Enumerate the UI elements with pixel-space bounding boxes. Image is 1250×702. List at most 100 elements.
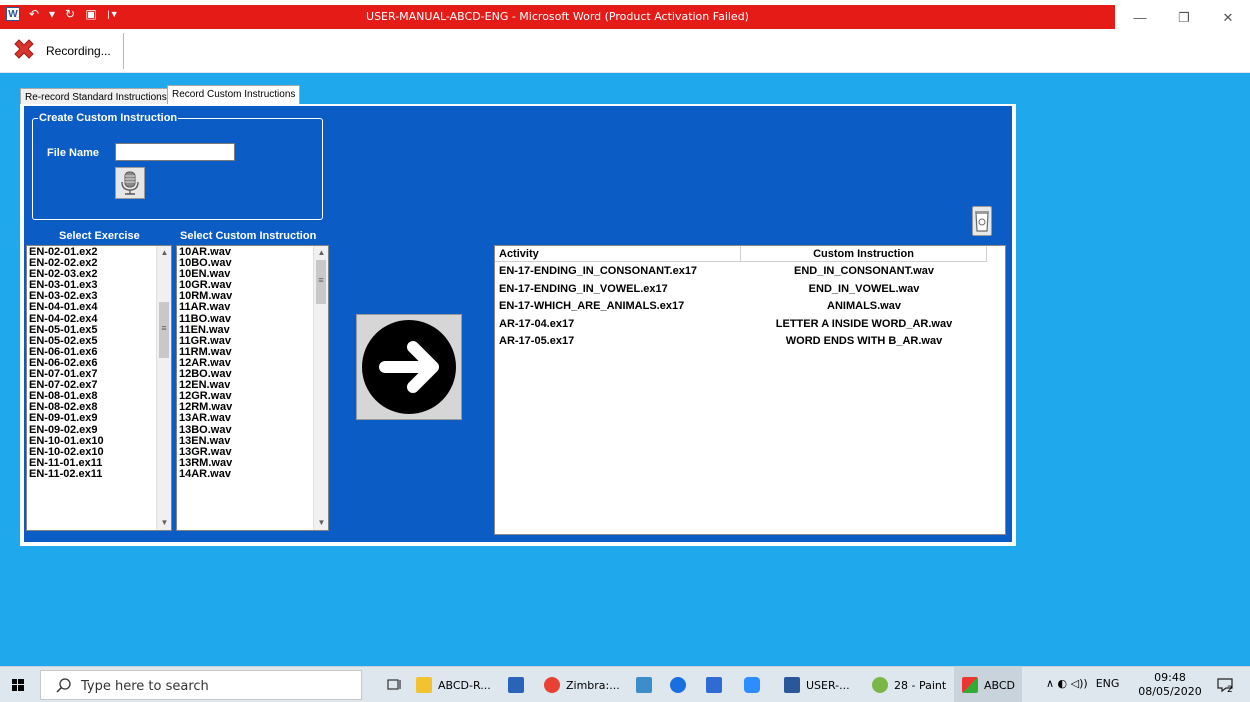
grid-cell-activity: EN-17-WHICH_ARE_ANIMALS.ex17 (499, 300, 685, 312)
toolbar: Recording... (0, 31, 1250, 73)
tab-re-record-standard[interactable]: Re-record Standard Instructions (20, 88, 172, 105)
taskbar-search[interactable]: Type here to search (40, 670, 362, 700)
assign-instruction-button[interactable] (356, 314, 462, 420)
taskbar-item-label: USER-... (806, 678, 850, 692)
exercise-list-item[interactable]: EN-09-02.ex9 (29, 424, 104, 436)
taskbar-zoom[interactable] (744, 667, 760, 702)
chrome-icon (544, 677, 560, 693)
scroll-down-icon[interactable]: ▼ (157, 516, 171, 530)
exercise-list-item[interactable]: EN-04-01.ex4 (29, 302, 104, 313)
teamviewer-icon (670, 677, 686, 693)
file-name-input[interactable] (115, 143, 235, 161)
tab-content-panel: Create Custom Instruction File Name Sele… (20, 104, 1016, 546)
taskbar-clock[interactable]: 09:48 08/05/2020 (1138, 671, 1202, 699)
taskbar-store[interactable] (508, 667, 524, 702)
grid-cell-custom-instruction: ANIMALS.wav (827, 300, 901, 312)
scroll-down-icon[interactable]: ▼ (314, 516, 328, 530)
stop-recording-icon (14, 39, 34, 59)
grid-row[interactable]: EN-17-ENDING_IN_VOWEL.ex17 END_IN_VOWEL.w… (495, 281, 987, 298)
grid-cell-custom-instruction: END_IN_CONSONANT.wav (794, 265, 934, 277)
taskbar-item-word[interactable]: USER-... (784, 667, 850, 702)
language-indicator[interactable]: ENG (1096, 677, 1120, 690)
app-icon (706, 677, 722, 693)
word-icon (784, 677, 800, 693)
recycle-bin-icon (975, 211, 989, 232)
grid-row[interactable]: AR-17-05.ex17 WORD ENDS WITH B_AR.wav (495, 333, 987, 350)
custom-instruction-list-item[interactable]: 11BO.wav (179, 313, 232, 325)
taskbar-app-2[interactable] (706, 667, 722, 702)
scrollbar-thumb[interactable]: ≡ (316, 260, 326, 304)
custom-instruction-listbox[interactable]: 10AR.wav 10BO.wav 10EN.wav 10GR.wav 10RM.wav… (176, 245, 329, 531)
title-bar: W ↶ ▾ ↻ ▣ |▼ USER-MANUAL-ABCD-ENG - Micr… (0, 0, 1250, 31)
microphone-icon (121, 171, 139, 195)
custom-instruction-scrollbar[interactable]: ▲ ≡ ▼ (313, 246, 328, 530)
close-button[interactable]: ✕ (1206, 5, 1250, 31)
zoom-icon (744, 677, 760, 693)
store-icon (508, 677, 524, 693)
scroll-up-icon[interactable]: ▲ (157, 246, 171, 260)
exercise-list-item[interactable]: EN-11-02.ex11 (29, 468, 104, 480)
scroll-up-icon[interactable]: ▲ (314, 246, 328, 260)
window-title: USER-MANUAL-ABCD-ENG - Microsoft Word (P… (366, 10, 749, 23)
search-icon (56, 678, 71, 693)
tab-record-custom[interactable]: Record Custom Instructions (167, 85, 301, 105)
abcd-app-icon (962, 677, 978, 693)
taskbar-item-label: ABCD-R... (438, 678, 491, 692)
record-custom-panel: Create Custom Instruction File Name Sele… (24, 106, 1012, 542)
grid-cell-custom-instruction: WORD ENDS WITH B_AR.wav (785, 335, 943, 347)
search-placeholder: Type here to search (81, 679, 209, 694)
taskbar-item-paint[interactable]: 28 - Paint (872, 667, 946, 702)
exercise-listbox[interactable]: EN-02-01.ex2 EN-02-02.ex2 EN-02-03.ex2 EN-0… (26, 245, 172, 531)
grid-cell-activity: AR-17-05.ex17 (499, 335, 575, 347)
grid-header-activity[interactable]: Activity (495, 246, 741, 262)
minimize-button[interactable]: — (1118, 5, 1162, 31)
group-title: Create Custom Instruction (38, 112, 179, 124)
app-icon (636, 677, 652, 693)
taskbar-item-abcd[interactable]: ABCD (954, 667, 1022, 702)
custom-instruction-list-item[interactable]: 14AR.wav (179, 468, 232, 480)
taskbar-item-abcd-r[interactable]: ABCD-R... (416, 667, 491, 702)
restore-button[interactable]: ❐ (1162, 5, 1206, 31)
taskbar: Type here to search ABCD-R... Zimbra:...… (0, 666, 1250, 702)
window-controls: — ❐ ✕ (1118, 5, 1250, 31)
create-custom-instruction-group: Create Custom Instruction File Name (32, 112, 323, 220)
start-button[interactable] (0, 667, 36, 702)
folder-icon (416, 677, 432, 693)
taskbar-app-1[interactable] (636, 667, 652, 702)
grid-row[interactable]: EN-17-ENDING_IN_CONSONANT.ex17 END_IN_CON… (495, 263, 987, 280)
task-view-button[interactable] (386, 667, 402, 702)
exercise-list-item[interactable]: EN-09-01.ex9 (29, 413, 104, 424)
notifications-button[interactable]: 2 (1216, 667, 1234, 702)
assigned-instructions-grid[interactable]: Activity Custom Instruction EN-17-ENDING… (494, 245, 1006, 535)
taskbar-item-zimbra[interactable]: Zimbra:... (544, 667, 620, 702)
grid-row[interactable]: AR-17-04.ex17 LETTER A INSIDE WORD_AR.wav (495, 316, 987, 333)
task-view-icon (387, 679, 401, 690)
windows-logo-icon (12, 679, 24, 691)
taskbar-item-label: Zimbra:... (566, 678, 620, 692)
clock-time: 09:48 (1154, 671, 1186, 684)
custom-instruction-list-item[interactable]: 11AR.wav (179, 302, 232, 313)
grid-cell-custom-instruction: END_IN_VOWEL.wav (808, 282, 920, 295)
custom-instruction-list-items: 10AR.wav 10BO.wav 10EN.wav 10GR.wav 10RM.wav… (179, 246, 232, 480)
arrow-right-icon (362, 320, 456, 414)
exercise-list-items: EN-02-01.ex2 EN-02-02.ex2 EN-02-03.ex2 EN-0… (29, 246, 104, 480)
tray-icons[interactable]: ∧ ◐ ◁)) (1046, 677, 1088, 690)
grid-cell-custom-instruction: LETTER A INSIDE WORD_AR.wav (775, 317, 953, 330)
custom-instruction-list-item[interactable]: 13AR.wav (179, 413, 232, 424)
scrollbar-thumb[interactable]: ≡ (159, 302, 169, 358)
custom-instruction-list-item[interactable]: 13BO.wav (179, 424, 232, 436)
exercise-scrollbar[interactable]: ▲ ≡ ▼ (156, 246, 171, 530)
select-custom-instruction-header: Select Custom Instruction (180, 230, 317, 242)
taskbar-teamviewer[interactable] (670, 667, 686, 702)
grid-header-custom-instruction[interactable]: Custom Instruction (741, 246, 987, 262)
grid-row[interactable]: EN-17-WHICH_ARE_ANIMALS.ex17 ANIMALS.wav (495, 298, 987, 315)
record-microphone-button[interactable] (115, 167, 145, 199)
scroll-grip-icon: ≡ (318, 275, 324, 285)
grid-cell-activity: AR-17-04.ex17 (499, 317, 575, 330)
delete-button[interactable] (972, 206, 992, 236)
recording-button[interactable]: Recording... (10, 33, 124, 69)
exercise-list-item[interactable]: EN-04-02.ex4 (29, 313, 104, 325)
taskbar-item-label: 28 - Paint (894, 678, 947, 692)
scroll-grip-icon: ≡ (161, 323, 167, 333)
clock-date: 08/05/2020 (1138, 685, 1202, 698)
